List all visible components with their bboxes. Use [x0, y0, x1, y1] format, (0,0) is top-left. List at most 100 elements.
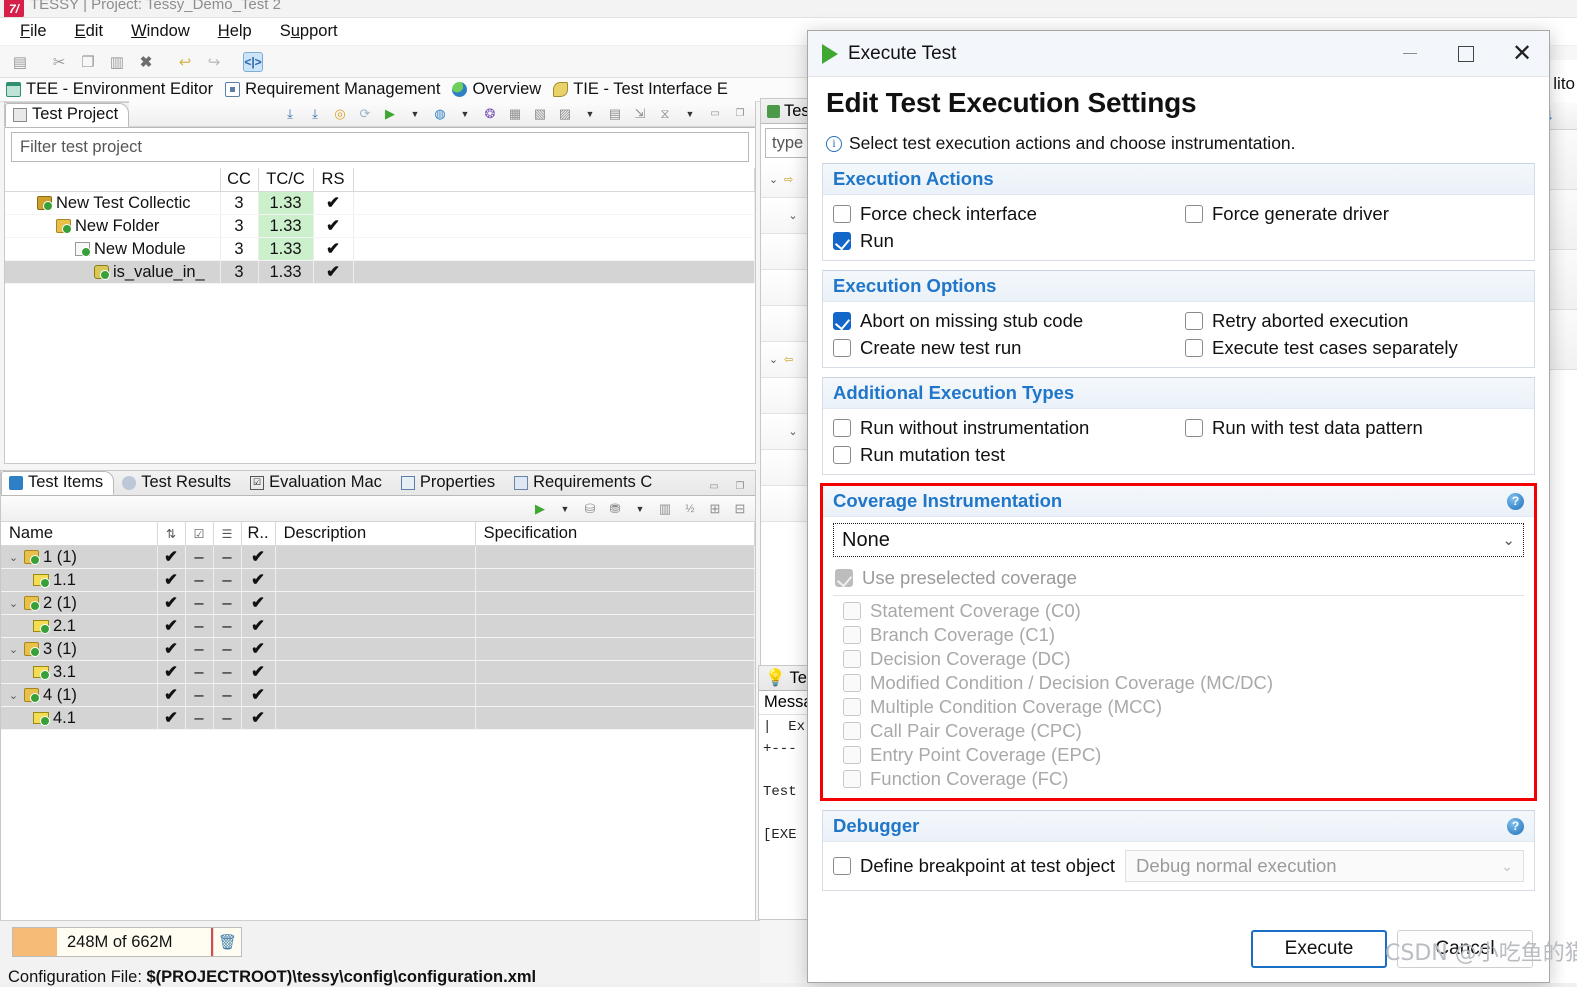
- checkbox-branch-coverage[interactable]: Branch Coverage (C1): [843, 624, 1528, 646]
- chevron-down-icon[interactable]: ⌄: [7, 551, 20, 564]
- minimize-view-icon[interactable]: ▭: [705, 477, 723, 495]
- perspective-tee[interactable]: TEE - Environment Editor: [6, 80, 219, 99]
- checkbox-create-new-test-run[interactable]: Create new test run: [833, 337, 1185, 359]
- col-name[interactable]: [5, 168, 221, 192]
- list-item[interactable]: ⌄ 3 (1) ✔ – – ✔: [1, 637, 756, 661]
- report-dropdown-icon[interactable]: ▼: [456, 105, 474, 123]
- checkbox-run-mutation-test[interactable]: Run mutation test: [833, 444, 1185, 466]
- col-r[interactable]: R..: [241, 522, 276, 546]
- tab-evaluation-macro[interactable]: ☑ Evaluation Mac: [242, 471, 393, 495]
- run-dropdown-icon[interactable]: ▼: [406, 105, 424, 123]
- expand-all-icon[interactable]: ⊞: [706, 500, 724, 518]
- checkbox-box[interactable]: [833, 446, 851, 464]
- col-tcc[interactable]: TC/C: [258, 168, 314, 192]
- minimize-view-icon[interactable]: ▭: [706, 105, 724, 123]
- checkbox-cpc-coverage[interactable]: Call Pair Coverage (CPC): [843, 720, 1528, 742]
- table-row[interactable]: New Module 3 1.33 ✔: [5, 237, 755, 261]
- tab-test-items[interactable]: Test Items: [1, 471, 115, 495]
- checkbox-retry-aborted-execution[interactable]: Retry aborted execution: [1185, 310, 1524, 332]
- table-row[interactable]: is_value_in_ 3 1.33 ✔: [5, 260, 755, 284]
- checkbox-box[interactable]: [1185, 205, 1203, 223]
- debugger-mode-select[interactable]: Debug normal execution ⌄: [1125, 850, 1524, 882]
- chevron-down-icon[interactable]: ⌄: [7, 643, 20, 656]
- copy-icon[interactable]: ❐: [78, 52, 98, 72]
- chevron-down-icon[interactable]: ⌄: [1502, 531, 1515, 549]
- col-checked[interactable]: ☑: [185, 522, 214, 546]
- checkbox-box[interactable]: [1185, 339, 1203, 357]
- col-structure[interactable]: ☰: [213, 522, 242, 546]
- checkbox-box[interactable]: [1185, 419, 1203, 437]
- coverage-icon[interactable]: ❂: [481, 105, 499, 123]
- redo-icon[interactable]: ↪: [204, 52, 224, 72]
- undo-icon[interactable]: ↩: [175, 52, 195, 72]
- add-module-icon[interactable]: ▨: [556, 105, 574, 123]
- perspective-requirement-management[interactable]: Requirement Management: [225, 80, 446, 99]
- refresh-icon[interactable]: ⟳: [356, 105, 374, 123]
- checkbox-run[interactable]: Run: [833, 230, 1185, 252]
- run-dropdown-icon[interactable]: ▼: [556, 500, 574, 518]
- tab-requirements-coverage[interactable]: Requirements C: [506, 471, 663, 495]
- checkbox-force-generate-driver[interactable]: Force generate driver: [1185, 203, 1524, 225]
- list-item[interactable]: ⌄ 4 (1) ✔ – – ✔: [1, 683, 756, 707]
- col-rs[interactable]: RS: [313, 168, 354, 192]
- checkbox-statement-coverage[interactable]: Statement Coverage (C0): [843, 600, 1528, 622]
- checkbox-abort-on-missing-stub-code[interactable]: Abort on missing stub code: [833, 310, 1185, 332]
- move-icon[interactable]: ⇲: [631, 105, 649, 123]
- close-button[interactable]: ✕: [1499, 32, 1545, 76]
- filter-test-project-input[interactable]: Filter test project: [11, 132, 749, 162]
- add-folder-icon[interactable]: ▧: [531, 105, 549, 123]
- checkbox-box[interactable]: [833, 232, 851, 250]
- heap-status[interactable]: 248M of 662M 🗑: [12, 927, 242, 957]
- code-view-icon[interactable]: <|>: [243, 51, 263, 72]
- chevron-down-icon[interactable]: ⌄: [787, 425, 800, 438]
- coverage-select[interactable]: None ⌄: [833, 523, 1524, 557]
- execute-button[interactable]: Execute: [1251, 930, 1387, 968]
- filter-icon[interactable]: ⧖: [656, 105, 674, 123]
- maximize-button[interactable]: [1443, 32, 1489, 76]
- cut-icon[interactable]: ✂: [49, 52, 69, 72]
- menu-window[interactable]: Window: [119, 20, 202, 43]
- checkbox-box[interactable]: [833, 312, 851, 330]
- report-icon[interactable]: ◍: [431, 105, 449, 123]
- checkbox-run-with-test-data-pattern[interactable]: Run with test data pattern: [1185, 417, 1524, 439]
- tab-properties[interactable]: Properties: [393, 471, 506, 495]
- add-testsequence-icon[interactable]: ⛃: [606, 500, 624, 518]
- checkbox-fc-coverage[interactable]: Function Coverage (FC): [843, 768, 1528, 790]
- menu-help[interactable]: Help: [206, 20, 264, 43]
- list-item[interactable]: ⌄ 2 (1) ✔ – – ✔: [1, 591, 756, 615]
- cancel-button[interactable]: Cancel: [1397, 930, 1533, 968]
- add-testcase-icon[interactable]: ⛁: [581, 500, 599, 518]
- copy-module-icon[interactable]: ▤: [606, 105, 624, 123]
- checkbox-use-preselected-coverage[interactable]: Use preselected coverage: [835, 567, 1528, 589]
- list-item[interactable]: 4.1 ✔ – – ✔: [1, 706, 756, 730]
- trash-icon[interactable]: 🗑: [213, 928, 241, 956]
- help-icon[interactable]: ?: [1507, 817, 1524, 835]
- maximize-view-icon[interactable]: ❐: [731, 477, 749, 495]
- checkbox-box[interactable]: [833, 857, 851, 875]
- analyze-icon[interactable]: ◎: [331, 105, 349, 123]
- save-icon[interactable]: ▤: [10, 52, 30, 72]
- paste-icon[interactable]: ▥: [107, 52, 127, 72]
- chevron-down-icon[interactable]: ⌄: [787, 209, 800, 222]
- checkbox-run-without-instrumentation[interactable]: Run without instrumentation: [833, 417, 1185, 439]
- chevron-down-icon[interactable]: ⌄: [7, 597, 20, 610]
- tab-test-project[interactable]: Test Project: [5, 103, 130, 127]
- delete-icon[interactable]: ✖: [136, 52, 156, 72]
- list-item[interactable]: 1.1 ✔ – – ✔: [1, 568, 756, 592]
- menu-support[interactable]: Support: [268, 20, 350, 43]
- col-evaluation[interactable]: ⇅: [157, 522, 186, 546]
- checkbox-box[interactable]: [833, 339, 851, 357]
- checkbox-execute-test-cases-separately[interactable]: Execute test cases separately: [1185, 337, 1524, 359]
- maximize-view-icon[interactable]: ❐: [731, 105, 749, 123]
- checkbox-decision-coverage[interactable]: Decision Coverage (DC): [843, 648, 1528, 670]
- export-icon[interactable]: ⤓: [306, 105, 324, 123]
- perspective-overview[interactable]: Overview: [452, 80, 547, 99]
- perspective-tie[interactable]: TIE - Test Interface E: [553, 80, 734, 99]
- tab-test-results[interactable]: Test Results: [114, 471, 242, 495]
- chevron-down-icon[interactable]: ⌄: [7, 689, 20, 702]
- minimize-button[interactable]: [1387, 32, 1433, 76]
- collapse-all-icon[interactable]: ⊟: [731, 500, 749, 518]
- checkbox-define-breakpoint-at-test-object[interactable]: Define breakpoint at test object: [833, 855, 1115, 877]
- import-icon[interactable]: ⤓: [281, 105, 299, 123]
- col-cc[interactable]: CC: [220, 168, 259, 192]
